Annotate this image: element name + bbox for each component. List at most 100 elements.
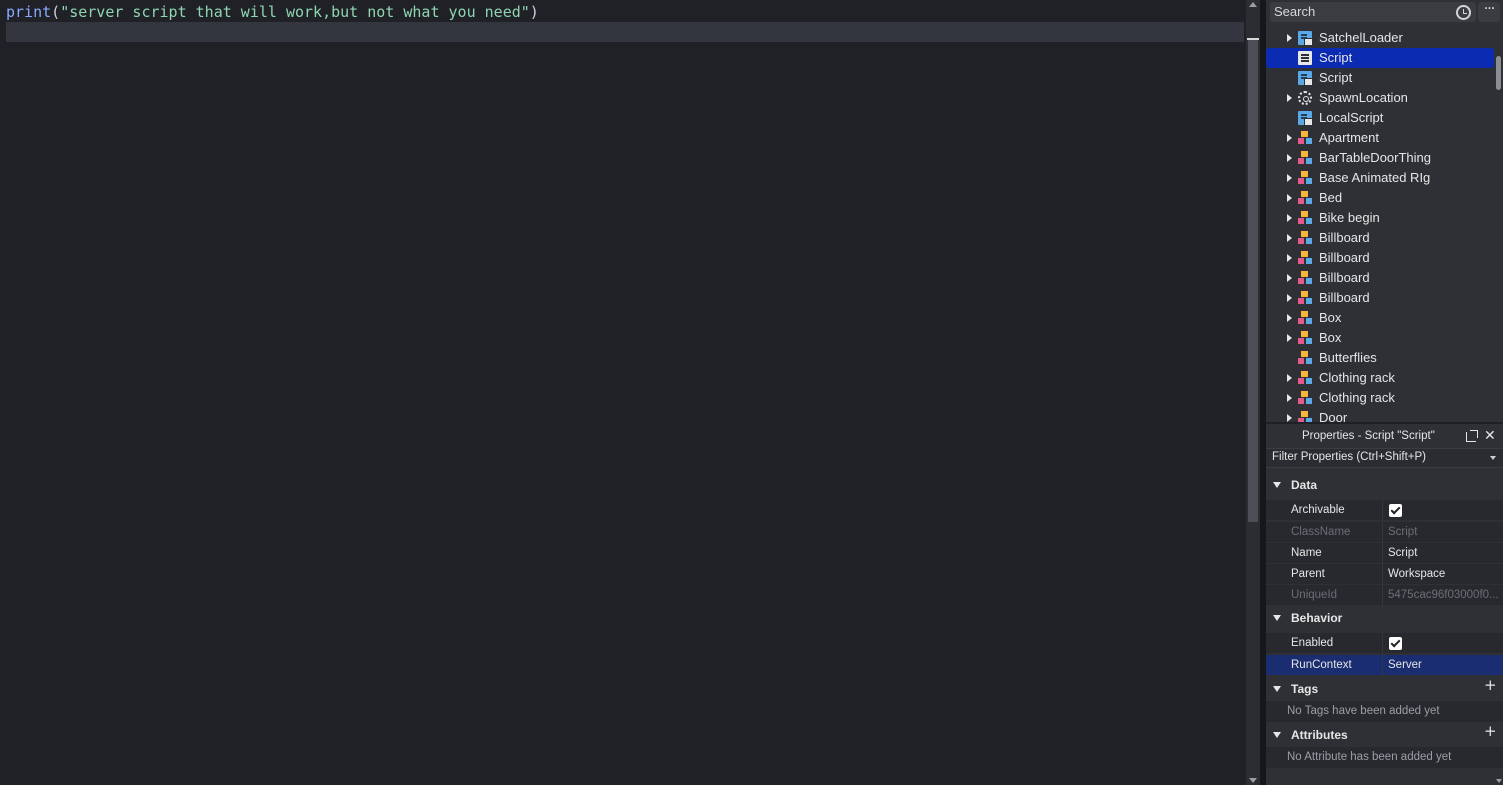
archivable-checkbox[interactable] bbox=[1389, 504, 1402, 517]
scroll-down-icon[interactable] bbox=[1496, 779, 1502, 783]
tree-item[interactable]: Bike begin bbox=[1266, 208, 1494, 228]
script-editor[interactable]: print("server script that will work,but … bbox=[0, 0, 1246, 785]
tree-item[interactable]: LocalScript bbox=[1266, 108, 1494, 128]
tree-item[interactable]: SatchelLoader bbox=[1266, 28, 1494, 48]
prop-row-enabled: Enabled bbox=[1266, 633, 1503, 654]
expand-icon[interactable] bbox=[1287, 254, 1292, 262]
expand-icon[interactable] bbox=[1287, 294, 1292, 302]
model-icon bbox=[1298, 351, 1312, 365]
tree-item[interactable]: Billboard bbox=[1266, 248, 1494, 268]
tree-item-label: Butterflies bbox=[1319, 350, 1377, 365]
tree-item[interactable]: Apartment bbox=[1266, 128, 1494, 148]
prop-row-classname: ClassName Script bbox=[1266, 522, 1503, 543]
editor-scrollbar[interactable] bbox=[1246, 0, 1260, 785]
collapse-icon[interactable] bbox=[1273, 732, 1281, 738]
tags-empty-note: No Tags have been added yet bbox=[1266, 701, 1503, 722]
section-data[interactable]: Data bbox=[1266, 474, 1503, 496]
expand-icon[interactable] bbox=[1287, 134, 1292, 142]
expand-icon[interactable] bbox=[1287, 234, 1292, 242]
tree-item[interactable]: SpawnLocation bbox=[1266, 88, 1494, 108]
tree-item-label: LocalScript bbox=[1319, 110, 1384, 125]
prop-row-uniqueid: UniqueId 5475cac96f03000f0... bbox=[1266, 585, 1503, 606]
tree-item[interactable]: Billboard bbox=[1266, 228, 1494, 248]
code-function: print bbox=[6, 3, 52, 21]
tree-item[interactable]: Billboard bbox=[1266, 288, 1494, 308]
column-separator bbox=[1382, 633, 1383, 654]
model-icon bbox=[1298, 211, 1312, 225]
explorer-scrollbar[interactable] bbox=[1494, 28, 1503, 422]
expand-icon[interactable] bbox=[1287, 274, 1292, 282]
expand-icon[interactable] bbox=[1287, 314, 1292, 322]
section-tags[interactable]: Tags + bbox=[1266, 676, 1503, 700]
tree-item[interactable]: Script bbox=[1266, 48, 1494, 68]
more-options-button[interactable]: ··· bbox=[1478, 2, 1500, 22]
tree-item[interactable]: Clothing rack bbox=[1266, 388, 1494, 408]
model-icon bbox=[1298, 291, 1312, 305]
expand-icon[interactable] bbox=[1287, 94, 1292, 102]
collapse-icon[interactable] bbox=[1273, 482, 1281, 488]
script-icon bbox=[1298, 51, 1312, 65]
close-icon[interactable]: ✕ bbox=[1484, 426, 1496, 446]
tree-item[interactable]: Butterflies bbox=[1266, 348, 1494, 368]
tree-item[interactable]: Billboard bbox=[1266, 268, 1494, 288]
expand-icon[interactable] bbox=[1287, 34, 1292, 42]
expand-icon[interactable] bbox=[1287, 214, 1292, 222]
filter-properties-input[interactable]: Filter Properties (Ctrl+Shift+P) bbox=[1266, 448, 1503, 468]
editor-scroll-thumb[interactable] bbox=[1248, 40, 1258, 522]
column-separator bbox=[1382, 655, 1383, 676]
tree-item[interactable]: Clothing rack bbox=[1266, 368, 1494, 388]
collapse-icon[interactable] bbox=[1273, 686, 1281, 692]
model-icon bbox=[1298, 231, 1312, 245]
tree-item-label: Base Animated RIg bbox=[1319, 170, 1431, 185]
tree-item[interactable]: Box bbox=[1266, 308, 1494, 328]
model-icon bbox=[1298, 151, 1312, 165]
section-attributes[interactable]: Attributes + bbox=[1266, 722, 1503, 746]
prop-row-runcontext[interactable]: RunContext Server bbox=[1266, 655, 1503, 676]
properties-scrollbar[interactable] bbox=[1495, 468, 1503, 785]
search-placeholder: Search bbox=[1274, 4, 1316, 19]
column-separator bbox=[1382, 585, 1383, 606]
model-icon bbox=[1298, 311, 1312, 325]
expand-icon[interactable] bbox=[1287, 154, 1292, 162]
model-icon bbox=[1298, 171, 1312, 185]
column-separator bbox=[1382, 522, 1383, 543]
code-line-2-current[interactable] bbox=[6, 22, 1244, 42]
prop-name: UniqueId bbox=[1291, 589, 1338, 601]
runcontext-dropdown[interactable]: Server bbox=[1388, 655, 1500, 676]
expand-icon[interactable] bbox=[1287, 174, 1292, 182]
scroll-up-icon[interactable] bbox=[1249, 2, 1257, 7]
explorer-scroll-thumb[interactable] bbox=[1496, 56, 1501, 90]
expand-icon[interactable] bbox=[1287, 414, 1292, 422]
tree-item[interactable]: Base Animated RIg bbox=[1266, 168, 1494, 188]
code-line-1[interactable]: print("server script that will work,but … bbox=[0, 2, 1244, 22]
tree-item[interactable]: Script bbox=[1266, 68, 1494, 88]
tree-item-label: Box bbox=[1319, 330, 1342, 345]
name-value-field[interactable]: Script bbox=[1388, 543, 1500, 564]
prop-name: Name bbox=[1291, 547, 1322, 559]
collapse-icon[interactable] bbox=[1273, 615, 1281, 621]
expand-icon[interactable] bbox=[1287, 394, 1292, 402]
section-behavior[interactable]: Behavior bbox=[1266, 607, 1503, 629]
parent-value-field[interactable]: Workspace bbox=[1388, 564, 1500, 585]
tree-item[interactable]: Box bbox=[1266, 328, 1494, 348]
properties-panel: Properties - Script "Script" ✕ Filter Pr… bbox=[1266, 424, 1503, 785]
history-icon[interactable] bbox=[1456, 5, 1471, 20]
chevron-down-icon[interactable] bbox=[1490, 456, 1496, 460]
tree-item-label: BarTableDoorThing bbox=[1319, 150, 1432, 165]
prop-name: ClassName bbox=[1291, 526, 1351, 538]
model-icon bbox=[1298, 331, 1312, 345]
tree-item[interactable]: Door bbox=[1266, 408, 1494, 422]
enabled-checkbox[interactable] bbox=[1389, 637, 1402, 650]
explorer-search-input[interactable]: Search bbox=[1270, 2, 1476, 22]
undock-icon[interactable] bbox=[1466, 430, 1478, 442]
tree-item[interactable]: BarTableDoorThing bbox=[1266, 148, 1494, 168]
prop-name: Archivable bbox=[1291, 504, 1345, 516]
local-script-icon bbox=[1298, 111, 1313, 126]
filter-placeholder: Filter Properties (Ctrl+Shift+P) bbox=[1272, 451, 1427, 463]
scroll-down-icon[interactable] bbox=[1249, 778, 1257, 783]
tree-item[interactable]: Bed bbox=[1266, 188, 1494, 208]
expand-icon[interactable] bbox=[1287, 194, 1292, 202]
expand-icon[interactable] bbox=[1287, 334, 1292, 342]
tree-item-label: Box bbox=[1319, 310, 1342, 325]
expand-icon[interactable] bbox=[1287, 374, 1292, 382]
